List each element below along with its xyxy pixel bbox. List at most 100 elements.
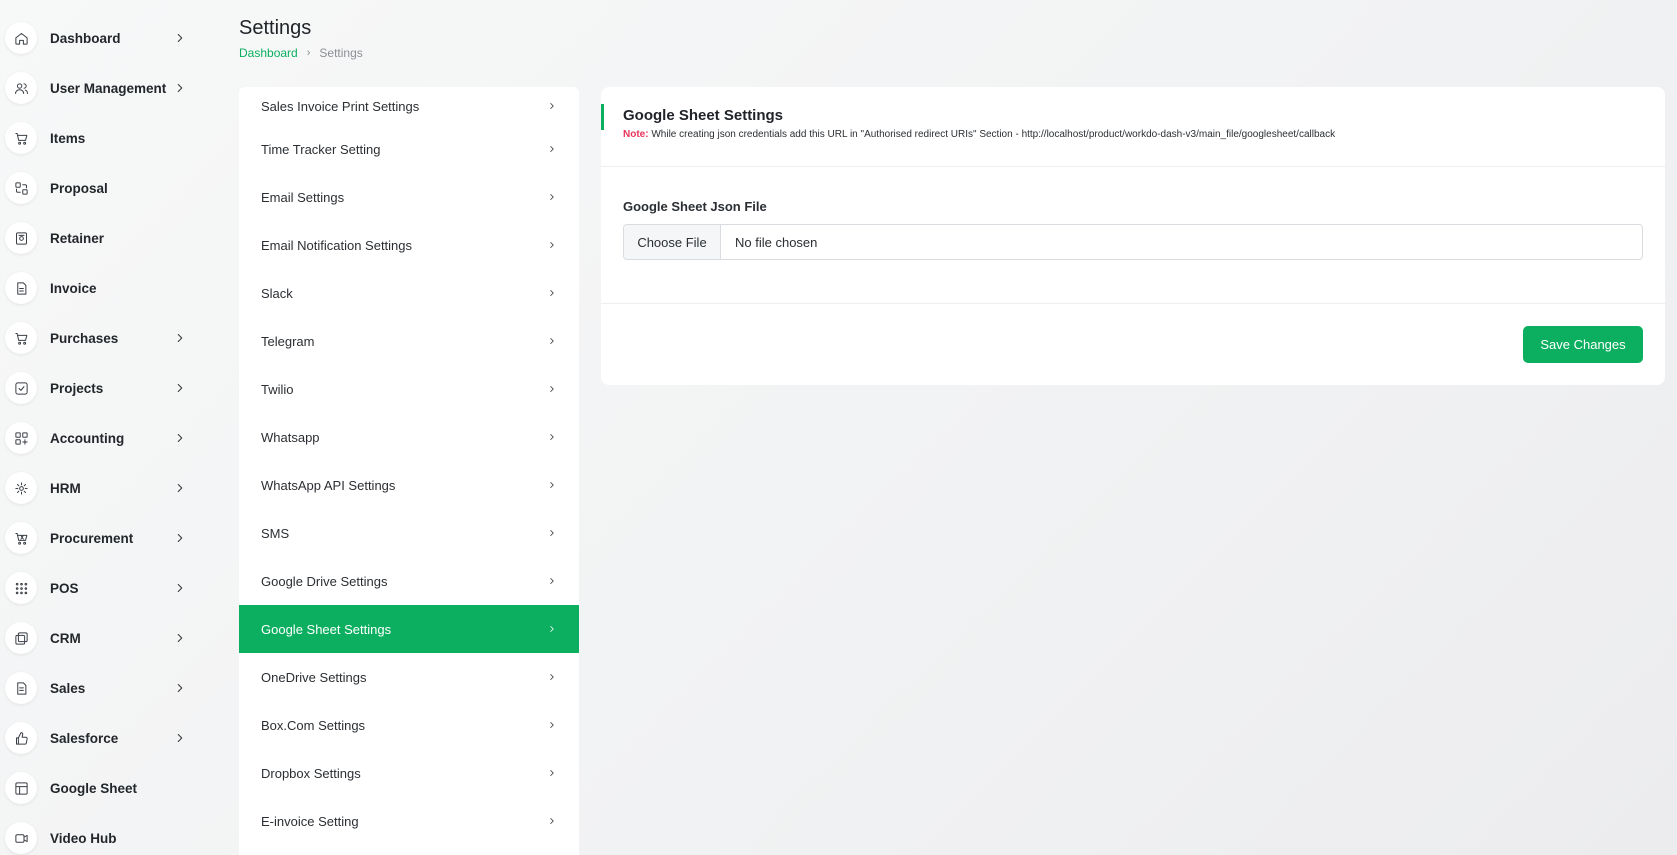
settings-menu-item-label: OneDrive Settings xyxy=(261,669,367,685)
settings-menu-item-label: Google Sheet Settings xyxy=(261,621,392,637)
settings-menu-item-label: E-invoice Setting xyxy=(261,813,359,829)
save-changes-button[interactable]: Save Changes xyxy=(1523,326,1643,363)
sidebar-item-label: Sales xyxy=(50,680,86,696)
table-icon xyxy=(5,772,37,804)
chevron-right-icon xyxy=(547,670,557,685)
chevron-right-icon xyxy=(547,622,557,637)
sidebar-item-sales[interactable]: Sales xyxy=(5,668,195,708)
sidebar-item-crm[interactable]: CRM xyxy=(5,618,195,658)
chevron-right-icon xyxy=(173,381,187,395)
breadcrumb-separator-icon: › xyxy=(306,47,311,59)
chevron-right-icon xyxy=(547,478,557,493)
home-icon xyxy=(5,22,37,54)
sidebar-item-label: Retainer xyxy=(50,230,105,246)
settings-menu-item-google-drive-settings[interactable]: Google Drive Settings xyxy=(239,557,579,605)
chevron-right-icon xyxy=(547,142,557,157)
note-text: While creating json credentials add this… xyxy=(651,129,1336,140)
sidebar-item-label: Salesforce xyxy=(50,730,119,746)
sidebar-item-procurement[interactable]: Procurement xyxy=(5,518,195,558)
settings-menu-item-label: Dropbox Settings xyxy=(261,765,361,781)
sidebar-item-hrm[interactable]: HRM xyxy=(5,468,195,508)
sidebar-item-label: Invoice xyxy=(50,280,97,296)
file-icon xyxy=(5,672,37,704)
sidebar-item-label: CRM xyxy=(50,630,81,646)
settings-menu-item-label: Twilio xyxy=(261,381,294,397)
settings-menu-item-label: Whatsapp xyxy=(261,429,320,445)
retainer-icon xyxy=(5,222,37,254)
sidebar-item-pos[interactable]: POS xyxy=(5,568,195,608)
chevron-right-icon xyxy=(547,526,557,541)
settings-menu-item-email-notification-settings[interactable]: Email Notification Settings xyxy=(239,221,579,269)
chevron-right-icon xyxy=(547,814,557,829)
card-note: Note: While creating json credentials ad… xyxy=(623,129,1643,140)
sidebar-item-retainer[interactable]: Retainer xyxy=(5,218,195,258)
settings-menu-item-sales-invoice-print-settings[interactable]: Sales Invoice Print Settings xyxy=(239,87,579,125)
settings-menu-item-label: SMS xyxy=(261,525,290,541)
chevron-right-icon xyxy=(547,382,557,397)
sidebar-item-items[interactable]: Items xyxy=(5,118,195,158)
chevron-right-icon xyxy=(547,718,557,733)
sidebar-item-salesforce[interactable]: Salesforce xyxy=(5,718,195,758)
chevron-right-icon xyxy=(173,581,187,595)
sidebar-item-accounting[interactable]: Accounting xyxy=(5,418,195,458)
sidebar-item-video-hub[interactable]: Video Hub xyxy=(5,818,195,855)
settings-menu-item-twilio[interactable]: Twilio xyxy=(239,365,579,413)
grid-dots-icon xyxy=(5,572,37,604)
page-title: Settings xyxy=(239,17,312,39)
file-status-text: No file chosen xyxy=(735,234,818,250)
chevron-right-icon xyxy=(173,531,187,545)
procurement-icon xyxy=(5,522,37,554)
chevron-right-icon xyxy=(173,31,187,45)
chevron-right-icon xyxy=(547,430,557,445)
sidebar-item-projects[interactable]: Projects xyxy=(5,368,195,408)
sidebar-item-label: POS xyxy=(50,580,79,596)
users-icon xyxy=(5,72,37,104)
settings-menu-item-whatsapp[interactable]: Whatsapp xyxy=(239,413,579,461)
settings-menu-item-email-settings[interactable]: Email Settings xyxy=(239,173,579,221)
settings-menu-item-whatsapp-api-settings[interactable]: WhatsApp API Settings xyxy=(239,461,579,509)
settings-menu-item-label: Time Tracker Setting xyxy=(261,141,381,157)
sidebar-item-label: Proposal xyxy=(50,180,108,196)
sidebar-item-invoice[interactable]: Invoice xyxy=(5,268,195,308)
sidebar-item-dashboard[interactable]: Dashboard xyxy=(5,18,195,58)
settings-menu-item-label: Email Notification Settings xyxy=(261,237,413,253)
proposal-icon xyxy=(5,172,37,204)
settings-menu-item-label: Google Drive Settings xyxy=(261,573,388,589)
card-body: Google Sheet Json File Choose File No fi… xyxy=(601,167,1665,304)
sidebar-item-user-management[interactable]: User Management xyxy=(5,68,195,108)
sidebar-item-proposal[interactable]: Proposal xyxy=(5,168,195,208)
sidebar-item-label: HRM xyxy=(50,480,81,496)
settings-menu-item-box-com-settings[interactable]: Box.Com Settings xyxy=(239,701,579,749)
sidebar-item-label: Items xyxy=(50,130,86,146)
settings-menu-item-slack[interactable]: Slack xyxy=(239,269,579,317)
google-sheet-settings-card: Google Sheet Settings Note: While creati… xyxy=(601,87,1665,385)
settings-menu-item-onedrive-settings[interactable]: OneDrive Settings xyxy=(239,653,579,701)
chevron-right-icon xyxy=(547,766,557,781)
sidebar-item-purchases[interactable]: Purchases xyxy=(5,318,195,358)
settings-menu: Sales Invoice Print Settings Time Tracker… xyxy=(239,87,579,855)
choose-file-button[interactable]: Choose File xyxy=(624,225,721,259)
sidebar-item-label: User Management xyxy=(50,80,167,96)
crm-icon xyxy=(5,622,37,654)
settings-menu-item-sms[interactable]: SMS xyxy=(239,509,579,557)
settings-menu-item-telegram[interactable]: Telegram xyxy=(239,317,579,365)
chevron-right-icon xyxy=(173,481,187,495)
chevron-right-icon xyxy=(173,631,187,645)
sidebar-item-label: Purchases xyxy=(50,330,119,346)
settings-menu-item-time-tracker-setting[interactable]: Time Tracker Setting xyxy=(239,125,579,173)
check-square-icon xyxy=(5,372,37,404)
settings-menu-item-dropbox-settings[interactable]: Dropbox Settings xyxy=(239,749,579,797)
settings-menu-item-e-invoice-setting[interactable]: E-invoice Setting xyxy=(239,797,579,845)
sidebar-item-label: Procurement xyxy=(50,530,134,546)
breadcrumb-dashboard-link[interactable]: Dashboard xyxy=(239,46,298,60)
settings-menu-item-google-sheet-settings[interactable]: Google Sheet Settings xyxy=(239,605,579,653)
chevron-right-icon xyxy=(173,431,187,445)
sidebar-item-google-sheet[interactable]: Google Sheet xyxy=(5,768,195,808)
json-file-input[interactable]: Choose File No file chosen xyxy=(623,224,1643,260)
chevron-right-icon xyxy=(547,574,557,589)
card-accent-bar xyxy=(601,104,604,130)
settings-menu-item-label: WhatsApp API Settings xyxy=(261,477,396,493)
settings-menu-item-label: Box.Com Settings xyxy=(261,717,366,733)
chevron-right-icon xyxy=(547,99,557,114)
settings-menu-item-label: Slack xyxy=(261,285,293,301)
